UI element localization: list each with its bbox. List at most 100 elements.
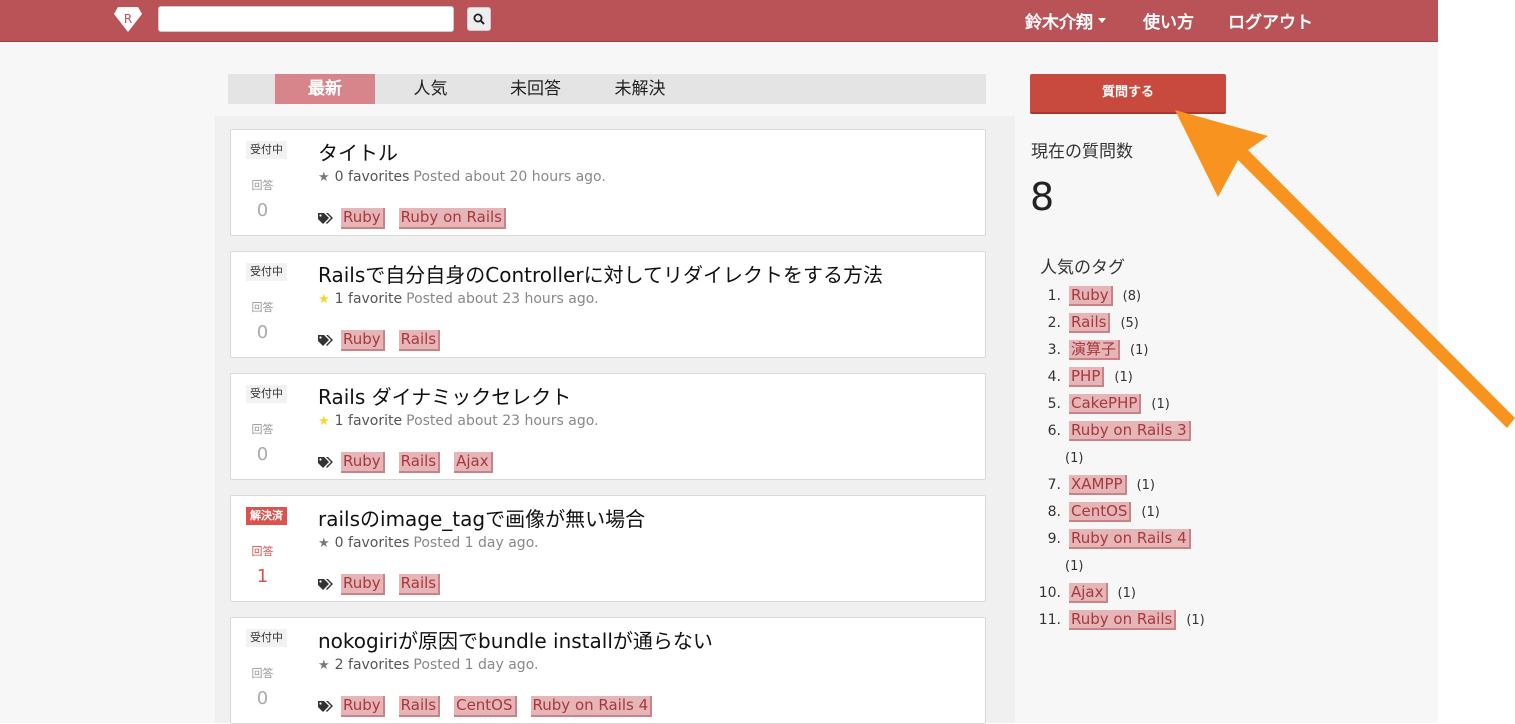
popular-tag-item: 6. Ruby on Rails 3 <box>1033 421 1201 441</box>
popular-tag-count: (1) <box>1065 559 1084 574</box>
star-icon[interactable]: ★ <box>318 170 330 185</box>
ask-question-button[interactable]: 質問する <box>1030 74 1226 114</box>
posted-time: Posted about 23 hours ago. <box>406 413 599 429</box>
popular-tag-link[interactable]: XAMPP <box>1069 475 1127 495</box>
question-title[interactable]: Rails ダイナミックセレクト <box>318 381 571 410</box>
posted-time: Posted 1 day ago. <box>413 657 539 673</box>
popular-tag-count: (1) <box>1117 586 1136 601</box>
star-icon[interactable]: ★ <box>318 536 330 551</box>
tag[interactable]: Ruby <box>341 330 385 351</box>
popular-tag-item: 8. CentOS (1) <box>1033 502 1160 522</box>
tag[interactable]: Ruby <box>341 208 385 229</box>
star-icon[interactable]: ★ <box>318 658 330 673</box>
popular-tag-link[interactable]: 演算子 <box>1069 340 1121 360</box>
user-name: 鈴木介翔 <box>1025 13 1093 33</box>
ruby-logo-icon[interactable]: R <box>113 5 143 33</box>
popular-tag-link[interactable]: CakePHP <box>1069 394 1142 414</box>
answer-label: 回答 <box>251 301 274 314</box>
popular-tag-rank: 4. <box>1047 369 1061 385</box>
star-icon[interactable]: ★ <box>318 292 330 307</box>
tag[interactable]: Ruby on Rails 4 <box>530 696 653 717</box>
tag[interactable]: Rails <box>398 330 441 351</box>
question-count-heading: 現在の質問数 <box>1031 142 1133 162</box>
answer-label: 回答 <box>251 667 274 680</box>
tag[interactable]: Ruby <box>341 574 385 595</box>
popular-tag-rank: 5. <box>1047 396 1061 412</box>
popular-tag-item: 10. Ajax (1) <box>1033 583 1136 603</box>
search-input[interactable] <box>158 6 454 32</box>
search-button[interactable] <box>467 7 491 31</box>
popular-tag-count: (1) <box>1151 397 1170 412</box>
question-card[interactable]: 受付中 回答 0 Rails ダイナミックセレクト ★ 1 favorite P… <box>230 373 986 480</box>
popular-tag-count: (1) <box>1130 343 1149 358</box>
question-card[interactable]: 受付中 回答 0 タイトル ★ 0 favorites Posted about… <box>230 129 986 236</box>
popular-tag-rank: 10. <box>1038 585 1061 601</box>
question-card[interactable]: 受付中 回答 0 Railsで自分自身のControllerに対してリダイレクト… <box>230 251 986 358</box>
tags-icon <box>318 578 333 590</box>
question-meta: ★ 1 favorite Posted about 23 hours ago. <box>318 291 599 307</box>
popular-tags-heading: 人気のタグ <box>1040 258 1125 278</box>
howto-link[interactable]: 使い方 <box>1143 0 1194 41</box>
caret-down-icon <box>1098 18 1106 23</box>
tag-list: Ruby Rails CentOS Ruby on Rails 4 <box>318 696 666 717</box>
question-card[interactable]: 解決済 回答 1 railsのimage_tagで画像が無い場合 ★ 0 fav… <box>230 495 986 602</box>
popular-tag-count: (1) <box>1114 370 1133 385</box>
popular-tag-count: (1) <box>1136 478 1155 493</box>
question-title[interactable]: railsのimage_tagで画像が無い場合 <box>318 503 645 532</box>
question-title[interactable]: nokogiriが原因でbundle installが通らない <box>318 625 713 654</box>
tab-latest[interactable]: 最新 <box>275 74 375 104</box>
popular-tag-item: 3. 演算子 (1) <box>1033 340 1149 360</box>
popular-tag-link[interactable]: Ruby on Rails 4 <box>1069 529 1191 549</box>
tag[interactable]: Ajax <box>454 452 493 473</box>
tag[interactable]: Ruby <box>341 452 385 473</box>
tab-popular[interactable]: 人気 <box>398 74 463 104</box>
popular-tag-count: (8) <box>1122 289 1142 304</box>
navbar: R 鈴木介翔 使い方 ログアウト <box>0 0 1438 42</box>
popular-tag-link[interactable]: Ruby on Rails <box>1069 610 1177 630</box>
answer-count: 0 <box>256 688 269 709</box>
question-tabs: 最新 人気 未回答 未解決 <box>228 74 986 104</box>
tag[interactable]: Rails <box>398 696 441 717</box>
user-menu[interactable]: 鈴木介翔 <box>1025 0 1106 41</box>
tags-icon <box>318 334 333 346</box>
status-badge: 受付中 <box>246 263 287 281</box>
logout-link[interactable]: ログアウト <box>1228 0 1313 41</box>
question-meta: ★ 2 favorites Posted 1 day ago. <box>318 657 538 673</box>
answer-count: 0 <box>256 200 269 221</box>
popular-tag-link[interactable]: Ruby on Rails 3 <box>1069 421 1191 441</box>
favorites-count: 1 favorite <box>334 291 403 307</box>
popular-tag-item: 9. Ruby on Rails 4 <box>1033 529 1201 549</box>
question-count-value: 8 <box>1030 175 1055 219</box>
answer-label: 回答 <box>251 179 274 192</box>
tag[interactable]: Ruby <box>341 696 385 717</box>
tab-unanswered[interactable]: 未回答 <box>498 74 573 104</box>
popular-tag-link[interactable]: Ajax <box>1069 583 1108 603</box>
popular-tag-link[interactable]: Rails <box>1069 313 1111 333</box>
popular-tag-link[interactable]: PHP <box>1069 367 1105 387</box>
posted-time: Posted about 23 hours ago. <box>406 291 599 307</box>
tags-icon <box>318 700 333 712</box>
tag[interactable]: Ruby on Rails <box>398 208 506 229</box>
posted-time: Posted 1 day ago. <box>413 535 539 551</box>
status-badge: 受付中 <box>246 141 287 159</box>
tag-list: Ruby Rails Ajax <box>318 452 507 473</box>
svg-text:R: R <box>124 12 132 26</box>
question-title[interactable]: タイトル <box>318 137 398 166</box>
question-title[interactable]: Railsで自分自身のControllerに対してリダイレクトをする方法 <box>318 259 883 288</box>
question-card[interactable]: 受付中 回答 0 nokogiriが原因でbundle installが通らない… <box>230 617 986 724</box>
star-icon[interactable]: ★ <box>318 414 330 429</box>
answer-count: 0 <box>256 444 269 465</box>
tag[interactable]: CentOS <box>454 696 517 717</box>
answer-label: 回答 <box>251 545 274 558</box>
tags-icon <box>318 456 333 468</box>
popular-tag-count: (1) <box>1065 451 1084 466</box>
favorites-count: 2 favorites <box>334 657 410 673</box>
tag-list: Ruby Rails <box>318 330 454 351</box>
tab-unsolved[interactable]: 未解決 <box>605 74 675 104</box>
search-icon <box>473 13 485 25</box>
popular-tag-link[interactable]: CentOS <box>1069 502 1132 522</box>
tag[interactable]: Rails <box>398 574 441 595</box>
tag[interactable]: Rails <box>398 452 441 473</box>
popular-tag-link[interactable]: Ruby <box>1069 286 1113 306</box>
popular-tag-item: 11. Ruby on Rails (1) <box>1033 610 1205 630</box>
